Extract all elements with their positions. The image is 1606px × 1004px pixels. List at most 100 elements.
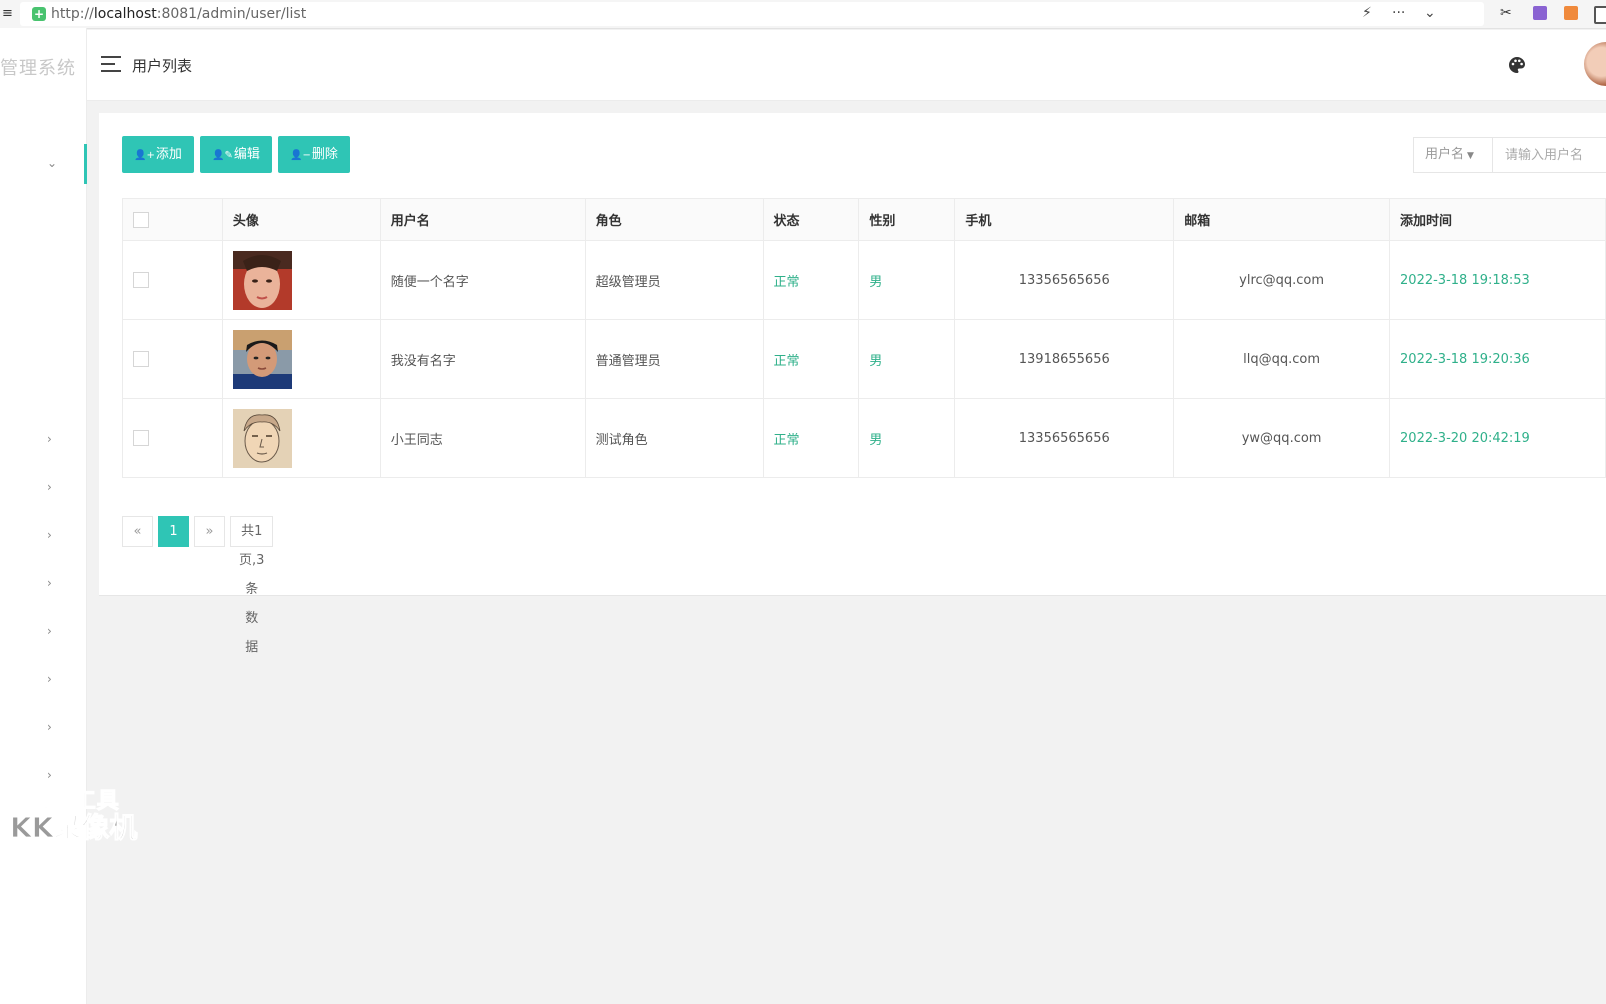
row-select-cell	[122, 240, 223, 320]
avatar-cell	[221, 398, 381, 478]
address-url[interactable]: http://localhost:8081/admin/user/list	[51, 6, 306, 22]
phone-cell: 13356565656	[954, 398, 1175, 478]
extension-icon[interactable]	[1594, 6, 1606, 24]
created-time-cell: 2022-3-18 19:18:53	[1389, 240, 1606, 320]
chevron-right-icon: ›	[47, 528, 52, 542]
column-header[interactable]: 邮箱	[1173, 198, 1391, 241]
created-time-cell: 2022-3-20 20:42:19	[1389, 398, 1606, 478]
lightning-icon[interactable]: ⚡	[1362, 5, 1372, 21]
delete-user-button[interactable]: 👤−删除	[278, 136, 350, 173]
sidebar-item-6[interactable]: ›	[0, 660, 84, 700]
logo: 管理系统	[0, 58, 76, 79]
column-header[interactable]: 用户名	[379, 198, 586, 241]
chevron-right-icon: ›	[47, 480, 52, 494]
role-cell: 超级管理员	[584, 240, 764, 320]
row-checkbox[interactable]	[133, 272, 149, 288]
hamburger-menu-icon[interactable]	[101, 56, 121, 72]
next-page-button[interactable]: »	[194, 516, 225, 547]
email-cell: llq@qq.com	[1173, 319, 1391, 399]
chevron-right-icon: ›	[47, 720, 52, 734]
username-cell: 小王同志	[379, 398, 586, 478]
browser-toolbar: ≡ + http://localhost:8081/admin/user/lis…	[0, 0, 1606, 29]
created-time-cell: 2022-3-18 19:20:36	[1389, 319, 1606, 399]
address-bar[interactable]: + http://localhost:8081/admin/user/list …	[20, 2, 1484, 26]
status-cell: 正常	[762, 240, 860, 320]
username-cell: 我没有名字	[379, 319, 586, 399]
sidebar-item-2[interactable]: ›	[0, 468, 84, 508]
page-title: 用户列表	[132, 57, 193, 75]
search-input[interactable]	[1493, 137, 1606, 173]
search-field-select[interactable]: 用户名 ▼	[1413, 137, 1493, 173]
chevron-down-icon[interactable]: ⌄	[1424, 5, 1436, 21]
menu-icon[interactable]: ≡	[2, 6, 13, 21]
username-cell: 随便一个名字	[379, 240, 586, 320]
add-user-button[interactable]: 👤+添加	[122, 136, 194, 173]
avatar-cell	[221, 240, 381, 320]
row-select-cell	[122, 319, 223, 399]
email-cell: ylrc@qq.com	[1173, 240, 1391, 320]
prev-page-button[interactable]: «	[122, 516, 153, 547]
column-header[interactable]: 性别	[858, 198, 956, 241]
more-options-icon[interactable]: ···	[1392, 5, 1405, 21]
column-header[interactable]: 手机	[954, 198, 1175, 241]
delete-user-icon: 👤−	[290, 150, 311, 161]
select-all-checkbox[interactable]	[133, 211, 149, 228]
palette-icon[interactable]	[1508, 56, 1526, 79]
table-row[interactable]: 小王同志 测试角色 正常 男 13356565656 yw@qq.com 202…	[122, 398, 1606, 478]
email-cell: yw@qq.com	[1173, 398, 1391, 478]
chevron-down-icon: ⌄	[47, 156, 58, 170]
sidebar-item-3[interactable]: ›	[0, 516, 84, 556]
chevron-right-icon: ›	[47, 576, 52, 590]
secure-shield-icon: +	[32, 7, 46, 21]
sidebar-item-4[interactable]: ›	[0, 564, 84, 604]
column-header[interactable]: 状态	[762, 198, 860, 241]
sidebar-item-active[interactable]: ⌄	[0, 144, 87, 184]
phone-cell: 13918655656	[954, 319, 1175, 399]
gender-cell: 男	[858, 398, 956, 478]
column-header[interactable]: 添加时间	[1389, 198, 1606, 241]
status-cell: 正常	[762, 398, 860, 478]
fox-extension-icon[interactable]	[1564, 6, 1578, 20]
row-select-cell	[122, 398, 223, 478]
chevron-right-icon: ›	[47, 672, 52, 686]
table-header-row: 头像 用户名 角色 状态 性别 手机 邮箱 添加时间	[122, 198, 1606, 241]
role-cell: 普通管理员	[584, 319, 764, 399]
table-row[interactable]: 随便一个名字 超级管理员 正常 男 13356565656 ylrc@qq.co…	[122, 240, 1606, 320]
recorder-watermark: 录制工具 KK录像机	[9, 789, 138, 845]
edit-user-button[interactable]: 👤✎编辑	[200, 136, 272, 173]
table-row[interactable]: 我没有名字 普通管理员 正常 男 13918655656 llq@qq.com …	[122, 319, 1606, 399]
watermark-line-1: 录制工具	[27, 789, 120, 814]
sidebar-item-5[interactable]: ›	[0, 612, 84, 652]
gender-cell: 男	[858, 319, 956, 399]
phone-cell: 13356565656	[954, 240, 1175, 320]
page-1-button[interactable]: 1	[158, 516, 189, 547]
chevron-right-icon: ›	[47, 432, 52, 446]
add-user-icon: 👤+	[134, 150, 155, 161]
user-avatar-image[interactable]	[232, 250, 292, 310]
status-cell: 正常	[762, 319, 860, 399]
role-cell: 测试角色	[584, 398, 764, 478]
chevron-right-icon: ›	[47, 768, 52, 782]
user-avatar[interactable]	[1584, 42, 1606, 86]
chevron-right-icon: ›	[47, 624, 52, 638]
column-header[interactable]: 角色	[584, 198, 764, 241]
avatar-cell	[221, 319, 381, 399]
sidebar-item-1[interactable]: ›	[0, 420, 84, 460]
caret-down-icon: ▼	[1467, 151, 1474, 161]
top-header: 用户列表	[87, 30, 1606, 101]
user-avatar-image[interactable]	[232, 329, 292, 389]
user-avatar-image[interactable]	[232, 408, 292, 468]
user-table: 头像 用户名 角色 状态 性别 手机 邮箱 添加时间 随便一个名字 超级管理员 …	[122, 198, 1606, 478]
user-list-card: 👤+添加 👤✎编辑 👤−删除 用户名▼ 头像 用户名 角色 状态 性别 手机 邮…	[99, 113, 1606, 655]
edit-user-icon: 👤✎	[212, 150, 233, 161]
sidebar: 管理系统 ⌄ › › › › › › › ›	[0, 28, 87, 1004]
watermark-line-2: KK录像机	[9, 811, 138, 845]
column-header[interactable]: 头像	[221, 198, 381, 241]
gender-cell: 男	[858, 240, 956, 320]
scissors-icon[interactable]: ✂	[1500, 5, 1512, 21]
row-checkbox[interactable]	[133, 351, 149, 367]
translate-extension-icon[interactable]	[1533, 6, 1547, 20]
select-all-cell	[122, 198, 223, 241]
sidebar-item-7[interactable]: ›	[0, 708, 84, 748]
row-checkbox[interactable]	[133, 430, 149, 446]
